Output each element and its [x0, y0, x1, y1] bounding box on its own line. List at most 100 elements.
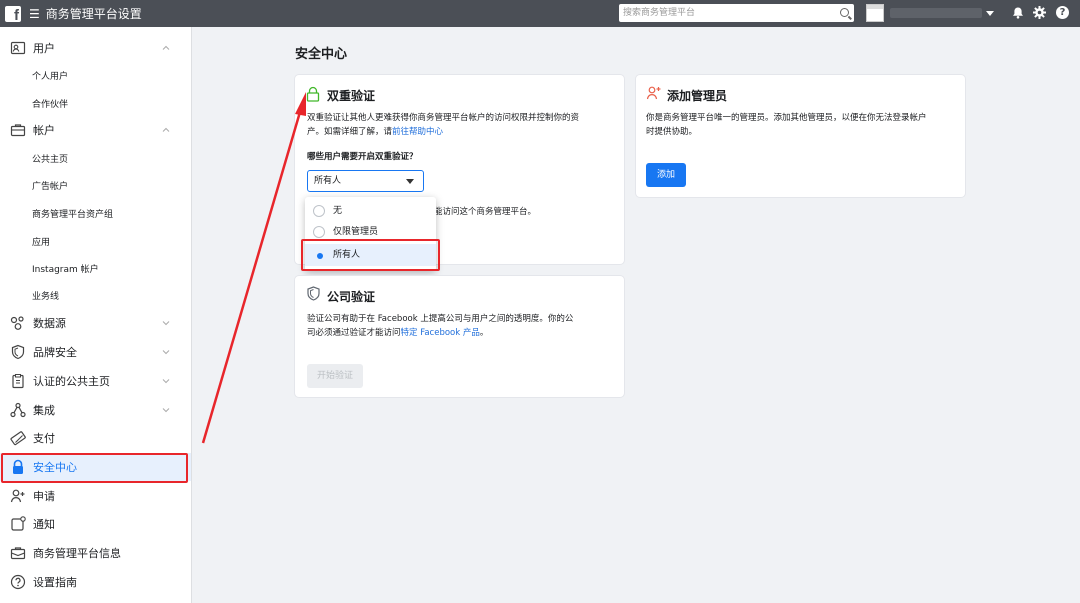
add-admin-description: 你是商务管理平台唯一的管理员。添加其他管理员，以便在你无法登录帐户 时提供协助。	[646, 111, 927, 139]
radio-button[interactable]	[313, 205, 325, 217]
two-factor-desc-line-1: 双重验证让其他人更难获得你商务管理平台帐户的访问权限并控制你的资	[307, 113, 580, 123]
caret-down-icon	[406, 179, 414, 184]
two-factor-select[interactable]: 所有人	[307, 170, 424, 192]
sidebar-subitem-instagram[interactable]: Instagram 帐户	[32, 262, 99, 275]
top-bar: ☰ 商务管理平台设置 搜索商务管理平台 ?	[0, 0, 1080, 27]
help-center-link[interactable]: 前往帮助中心	[392, 127, 443, 137]
sidebar-subitem-people[interactable]: 个人用户	[32, 69, 68, 82]
gear-icon[interactable]	[1033, 6, 1046, 19]
bell-icon[interactable]	[1012, 7, 1024, 19]
two-factor-description: 双重验证让其他人更难获得你商务管理平台帐户的访问权限并控制你的资 产。如需详细了…	[307, 111, 579, 139]
facebook-logo-icon[interactable]	[5, 5, 21, 24]
two-factor-hidden-text: 能访问这个商务管理平台。	[434, 207, 537, 217]
sidebar-item-accounts[interactable]: 帐户	[0, 116, 191, 144]
user-add-icon	[10, 489, 25, 503]
sidebar-item-label: 通知	[33, 518, 55, 531]
sidebar-item-label: 集成	[33, 404, 55, 417]
add-admin-title: 添加管理员	[667, 89, 728, 103]
two-factor-desc-text: 产。如需详细了解，请	[307, 127, 393, 137]
sidebar-item-label: 安全中心	[33, 461, 77, 474]
sidebar-item-label: 数据源	[33, 317, 66, 330]
card-icon	[10, 431, 26, 446]
sidebar-item-label: 设置指南	[33, 576, 77, 589]
sidebar-item-label: 支付	[33, 432, 55, 445]
sidebar-item-requests[interactable]: 申请	[0, 482, 191, 510]
search-icon[interactable]	[840, 8, 849, 17]
add-admin-desc-line-1: 你是商务管理平台唯一的管理员。添加其他管理员，以便在你无法登录帐户	[646, 113, 927, 123]
lock-outline-icon	[306, 86, 320, 102]
notification-icon	[11, 516, 26, 531]
chevron-down-icon[interactable]	[162, 377, 170, 385]
business-account-name[interactable]	[890, 8, 982, 18]
search-input[interactable]: 搜索商务管理平台	[619, 4, 854, 22]
option-label: 无	[333, 206, 343, 216]
sidebar-item-data-sources[interactable]: 数据源	[0, 309, 191, 337]
sidebar-item-users[interactable]: 用户	[0, 34, 191, 62]
two-factor-question: 哪些用户需要开启双重验证？	[307, 152, 418, 162]
radio-button[interactable]	[313, 226, 325, 238]
sidebar-subitem-pages[interactable]: 公共主页	[32, 152, 68, 165]
user-card-icon	[10, 41, 26, 55]
sidebar-item-label: 认证的公共主页	[33, 375, 110, 388]
chevron-down-icon[interactable]	[162, 319, 170, 327]
chevron-down-icon[interactable]	[162, 348, 170, 356]
shield-icon	[11, 344, 25, 360]
company-desc-end: 。	[479, 328, 489, 338]
sidebar-item-label: 品牌安全	[33, 346, 77, 359]
option-none[interactable]: 无	[305, 200, 436, 222]
sidebar-item-business-info[interactable]: 商务管理平台信息	[0, 539, 191, 567]
chevron-up-icon[interactable]	[162, 126, 170, 134]
company-verification-description: 验证公司有助于在 Facebook 上提高公司与用户之间的透明度。你的公 司必须…	[307, 312, 573, 340]
facebook-products-link[interactable]: 特定 Facebook 产品	[401, 328, 480, 338]
two-factor-desc-line-2: 产。如需详细了解，请前往帮助中心	[307, 125, 579, 139]
help-icon[interactable]: ?	[1056, 6, 1069, 19]
option-admins-only[interactable]: 仅限管理员	[305, 221, 436, 243]
start-verification-button[interactable]: 开始验证	[307, 364, 363, 388]
two-factor-select-value: 所有人	[314, 176, 342, 186]
search-placeholder: 搜索商务管理平台	[623, 8, 696, 18]
business-info-icon	[10, 547, 26, 560]
chevron-down-icon[interactable]	[162, 406, 170, 414]
sidebar-item-payments[interactable]: 支付	[0, 424, 191, 452]
business-avatar[interactable]	[866, 4, 884, 22]
lock-icon	[13, 459, 23, 474]
add-admin-button[interactable]: 添加	[646, 163, 686, 187]
sidebar-item-verified-pages[interactable]: 认证的公共主页	[0, 367, 191, 395]
radio-button-selected[interactable]	[313, 249, 325, 261]
data-sources-icon	[10, 316, 24, 330]
chevron-up-icon[interactable]	[162, 44, 170, 52]
company-verification-title: 公司验证	[327, 290, 376, 304]
sidebar-item-label: 商务管理平台信息	[33, 547, 121, 560]
two-factor-options-menu: 无 仅限管理员 所有人	[305, 197, 436, 271]
sidebar-item-security-center[interactable]: 安全中心	[0, 453, 191, 481]
menu-icon[interactable]: ☰	[29, 8, 40, 20]
integrations-icon	[10, 402, 26, 418]
sidebar-item-integrations[interactable]: 集成	[0, 396, 191, 424]
sidebar-subitem-asset-groups[interactable]: 商务管理平台资产组	[32, 207, 113, 220]
sidebar-item-label: 用户	[33, 42, 55, 55]
option-everyone[interactable]: 所有人	[305, 244, 436, 266]
sidebar-item-notifications[interactable]: 通知	[0, 510, 191, 538]
clipboard-icon	[12, 374, 24, 389]
sidebar-item-label: 帐户	[33, 124, 55, 137]
two-factor-title: 双重验证	[327, 89, 376, 103]
option-label: 仅限管理员	[333, 227, 379, 237]
add-person-icon	[646, 86, 661, 100]
company-desc-text: 司必须通过验证才能访问	[307, 328, 401, 338]
sidebar-subitem-apps[interactable]: 应用	[32, 235, 50, 248]
add-admin-desc-line-2: 时提供协助。	[646, 127, 698, 137]
company-desc-line-1: 验证公司有助于在 Facebook 上提高公司与用户之间的透明度。你的公	[307, 314, 574, 324]
chevron-down-icon[interactable]	[986, 11, 994, 16]
sidebar-item-label: 申请	[33, 490, 55, 503]
sidebar-subitem-partners[interactable]: 合作伙伴	[32, 97, 68, 110]
option-label: 所有人	[333, 250, 361, 260]
company-desc-line-2: 司必须通过验证才能访问特定 Facebook 产品。	[307, 326, 573, 340]
sidebar-item-setup-guide[interactable]: 设置指南	[0, 568, 191, 596]
page-title: 安全中心	[295, 47, 348, 62]
app-title: 商务管理平台设置	[45, 7, 142, 21]
sidebar: 用户 个人用户 合作伙伴 帐户 公共主页 广告帐户 商务管理平台资产组 应用 I…	[0, 27, 192, 603]
shield-outline-icon	[307, 286, 320, 301]
sidebar-subitem-lines-of-business[interactable]: 业务线	[32, 289, 59, 302]
sidebar-item-brand-safety[interactable]: 品牌安全	[0, 338, 191, 366]
sidebar-subitem-ad-accounts[interactable]: 广告帐户	[32, 179, 68, 192]
